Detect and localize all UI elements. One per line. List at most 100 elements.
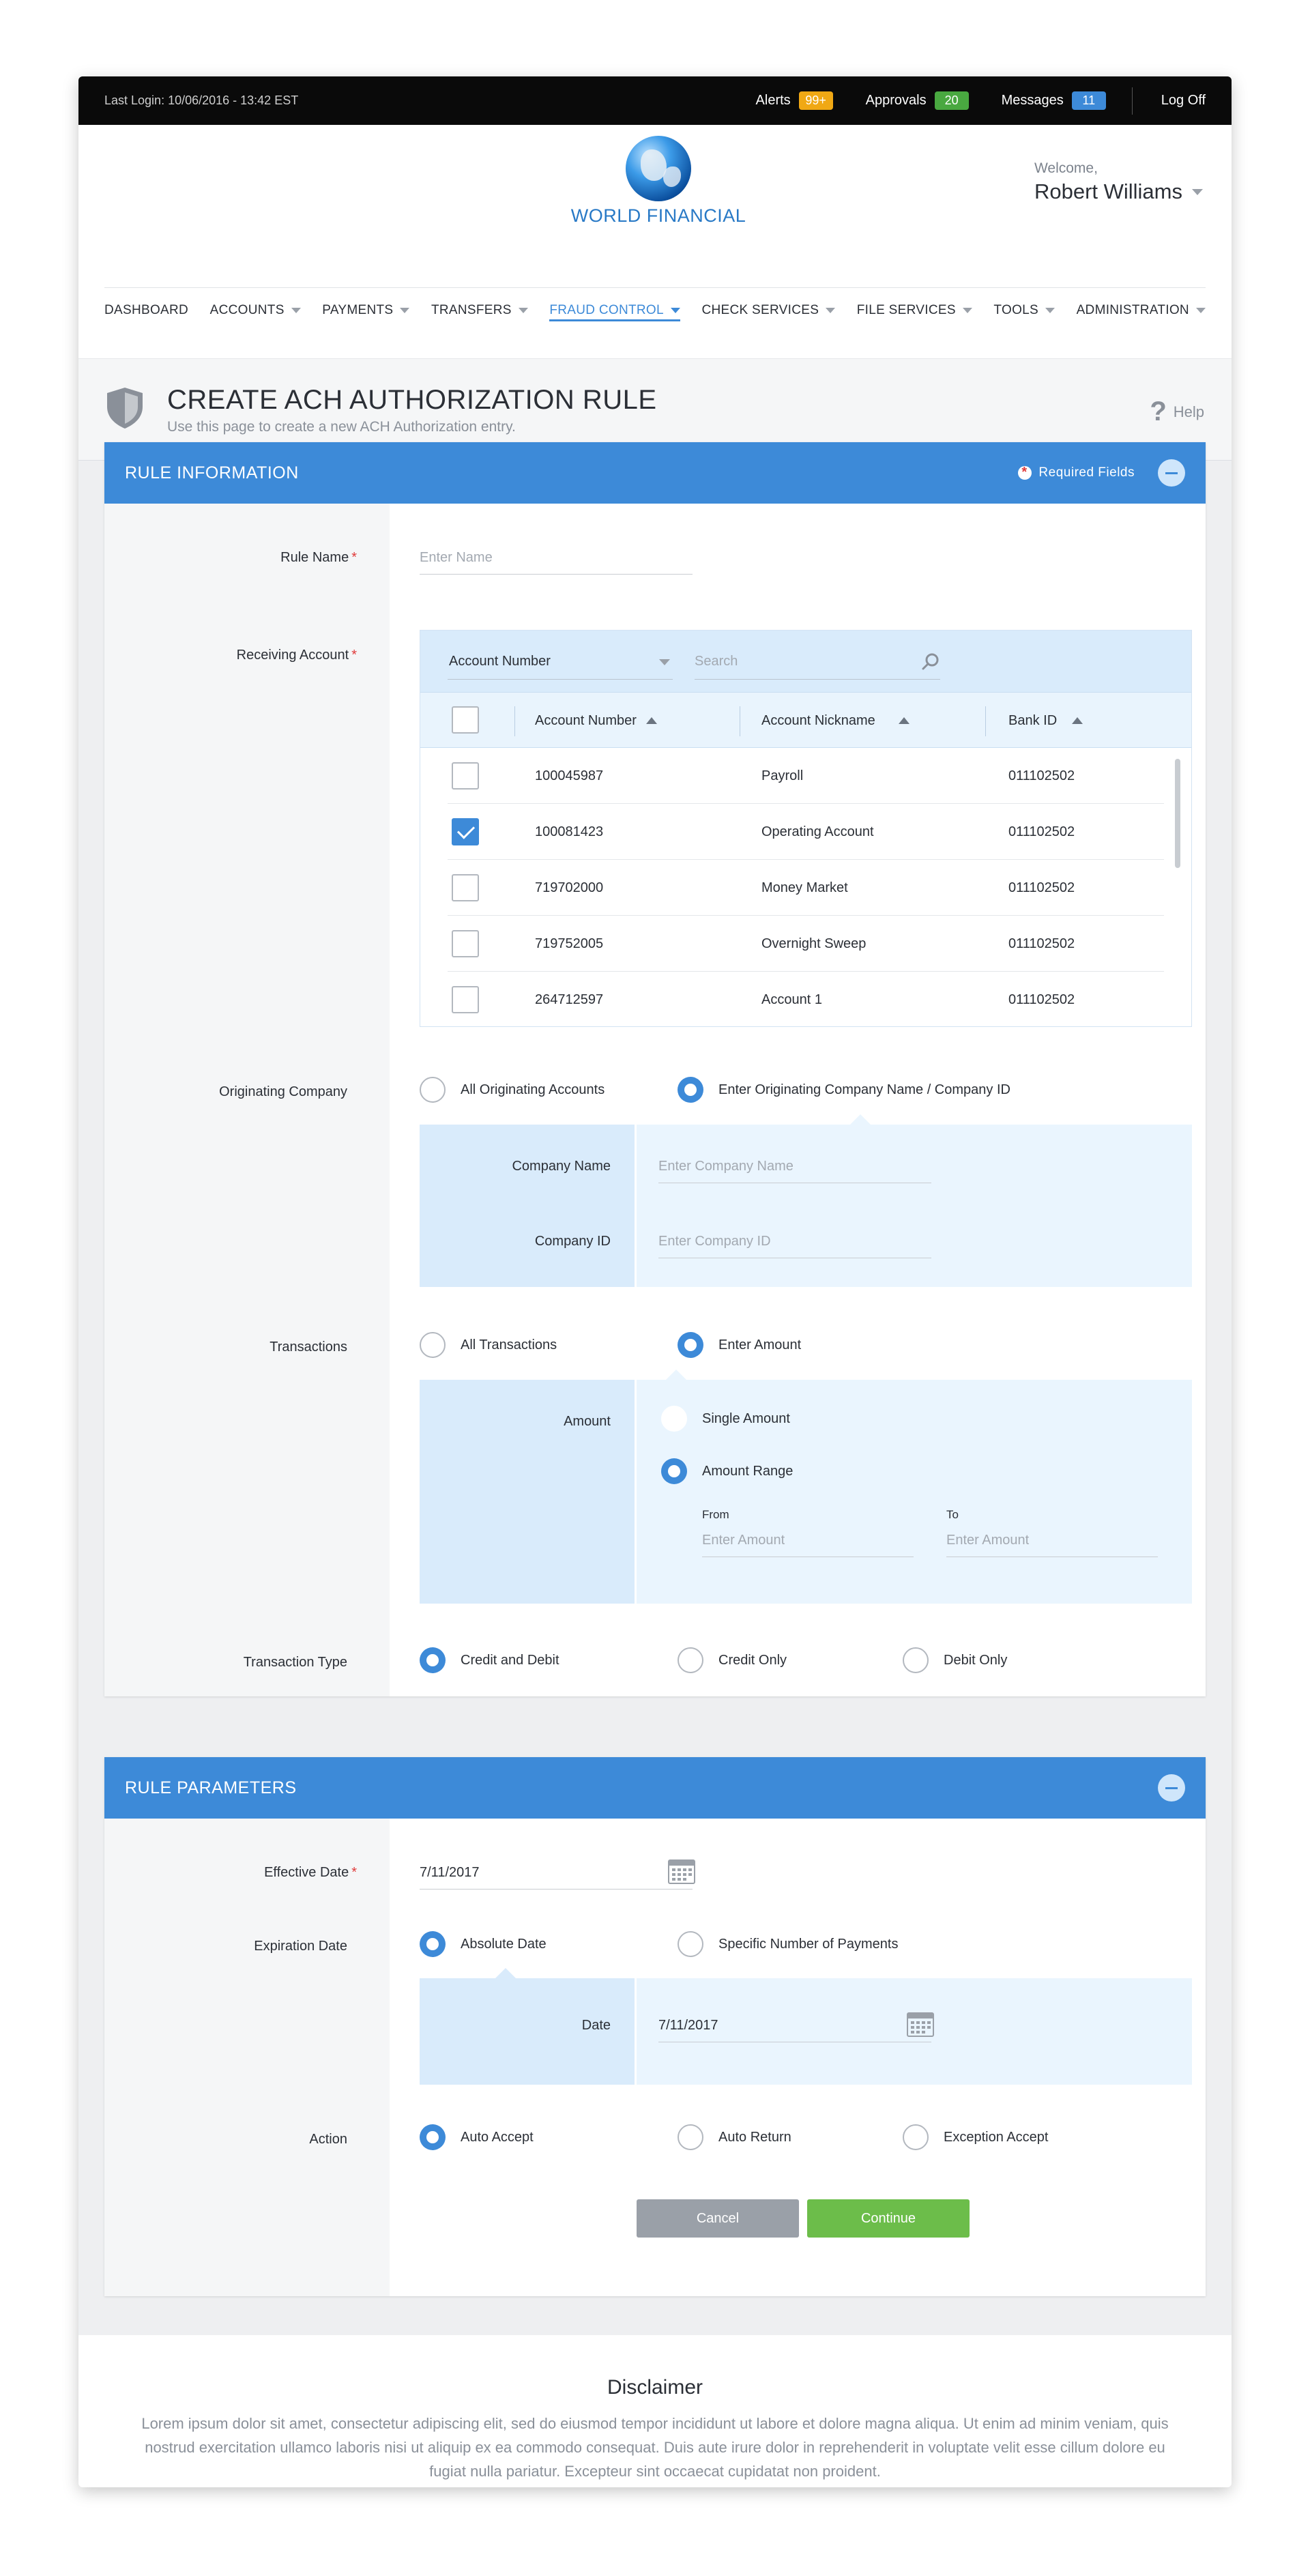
search-icon[interactable]	[921, 652, 940, 671]
last-login-text: Last Login: 10/06/2016 - 13:42 EST	[104, 93, 299, 107]
radio-circle	[661, 1406, 687, 1432]
transaction-type-label: Transaction Type	[243, 1655, 347, 1670]
tx-type-debit-only-radio[interactable]: Debit Only	[903, 1647, 1007, 1673]
radio-circle-selected	[678, 1332, 703, 1358]
action-exception-accept-radio[interactable]: Exception Accept	[903, 2124, 1048, 2150]
expiration-date-input[interactable]	[658, 2018, 931, 2042]
page-subtitle: Use this page to create a new ACH Author…	[167, 419, 516, 435]
approvals-label: Approvals	[865, 93, 927, 108]
calendar-icon[interactable]	[907, 2011, 934, 2037]
amount-from-input[interactable]	[702, 1533, 914, 1557]
action-auto-return-radio[interactable]: Auto Return	[678, 2124, 791, 2150]
radio-label: Credit and Debit	[461, 1652, 559, 1668]
radio-circle	[903, 1647, 929, 1673]
table-row[interactable]: 264712597 Account 1 011102502	[420, 972, 1164, 1028]
user-menu: Welcome, Robert Williams	[1034, 160, 1203, 204]
label-column	[104, 1819, 390, 2296]
cancel-button[interactable]: Cancel	[637, 2199, 799, 2238]
row-checkbox[interactable]	[452, 762, 479, 790]
chevron-down-icon	[518, 308, 528, 313]
app-frame: Last Login: 10/06/2016 - 13:42 EST Alert…	[78, 76, 1232, 2487]
row-checkbox-checked[interactable]	[452, 818, 479, 845]
row-checkbox[interactable]	[452, 986, 479, 1013]
table-row[interactable]: 100045987 Payroll 011102502	[420, 748, 1164, 804]
nav-dashboard[interactable]: DASHBOARD	[104, 290, 188, 331]
calendar-icon[interactable]	[668, 1858, 695, 1884]
help-link[interactable]: ? Help	[1150, 396, 1204, 427]
company-name-input[interactable]	[658, 1159, 931, 1183]
originating-company-label: Originating Company	[219, 1084, 347, 1099]
radio-label: Enter Amount	[718, 1337, 802, 1352]
company-name-label: Company Name	[512, 1159, 611, 1174]
exp-specific-payments-radio[interactable]: Specific Number of Payments	[678, 1931, 898, 1957]
nav-payments[interactable]: PAYMENTS	[322, 290, 410, 331]
label-text: Rule Name	[280, 550, 349, 565]
table-scrollbar[interactable]	[1175, 759, 1180, 868]
table-row[interactable]: 100081423 Operating Account 011102502	[420, 804, 1164, 860]
collapse-icon[interactable]	[1158, 459, 1185, 487]
radio-label: Auto Accept	[461, 2129, 534, 2145]
nav-fraud-control[interactable]: FRAUD CONTROL	[549, 290, 680, 331]
account-search-input[interactable]	[695, 654, 899, 669]
amount-to-input[interactable]	[946, 1533, 1158, 1557]
exp-absolute-date-radio[interactable]: Absolute Date	[420, 1931, 547, 1957]
rule-name-input[interactable]	[420, 550, 693, 575]
logoff-link[interactable]: Log Off	[1161, 93, 1206, 108]
logo[interactable]: WORLD FINANCIAL	[570, 136, 747, 227]
topbar-divider	[1131, 87, 1133, 115]
account-search	[695, 644, 940, 680]
nav-file-services[interactable]: FILE SERVICES	[857, 290, 972, 331]
rule-parameters-panel: RULE PARAMETERS Effective Date* Expirati…	[104, 1757, 1206, 2296]
transactions-label: Transactions	[270, 1340, 347, 1355]
page-title: CREATE ACH AUTHORIZATION RULE	[167, 385, 657, 415]
filter-field-value: Account Number	[449, 654, 551, 669]
rule-parameters-header: RULE PARAMETERS	[104, 1757, 1206, 1819]
messages-link[interactable]: Messages 11	[1002, 91, 1106, 110]
nav-administration[interactable]: ADMINISTRATION	[1077, 290, 1206, 331]
column-bank-id[interactable]: Bank ID	[1008, 693, 1083, 749]
chevron-down-icon	[659, 659, 670, 665]
table-row[interactable]: 719752005 Overnight Sweep 011102502	[420, 916, 1164, 972]
column-account-nickname[interactable]: Account Nickname	[761, 693, 909, 749]
action-auto-accept-radio[interactable]: Auto Accept	[420, 2124, 534, 2150]
required-icon	[1018, 465, 1032, 480]
radio-circle-selected	[420, 2124, 446, 2150]
subpanel-label-column	[420, 1125, 637, 1287]
tx-type-credit-only-radio[interactable]: Credit Only	[678, 1647, 787, 1673]
tx-type-credit-debit-radio[interactable]: Credit and Debit	[420, 1647, 559, 1673]
nav-transfers[interactable]: TRANSFERS	[431, 290, 528, 331]
row-checkbox[interactable]	[452, 930, 479, 957]
single-amount-radio[interactable]: Single Amount	[661, 1406, 790, 1432]
effective-date-input[interactable]	[420, 1865, 693, 1890]
radio-label: Enter Originating Company Name / Company…	[718, 1082, 1010, 1097]
filter-field-select[interactable]: Account Number	[448, 644, 673, 680]
continue-button[interactable]: Continue	[807, 2199, 970, 2238]
rule-information-panel: RULE INFORMATION Required Fields Rule Na…	[104, 442, 1206, 1696]
account-nickname-cell: Operating Account	[761, 824, 874, 839]
user-name-dropdown[interactable]: Robert Williams	[1034, 179, 1203, 204]
select-all-checkbox[interactable]	[452, 706, 479, 734]
welcome-text: Welcome,	[1034, 160, 1098, 176]
approvals-link[interactable]: Approvals 20	[866, 91, 969, 110]
company-id-input[interactable]	[658, 1234, 931, 1258]
rule-parameters-body: Effective Date* Expiration Date Absolute…	[104, 1819, 1206, 2296]
amount-range-radio[interactable]: Amount Range	[661, 1458, 793, 1484]
column-account-number[interactable]: Account Number	[535, 693, 657, 749]
table-row[interactable]: 719702000 Money Market 011102502	[420, 860, 1164, 916]
row-checkbox[interactable]	[452, 874, 479, 901]
sort-up-icon	[645, 717, 657, 724]
alerts-link[interactable]: Alerts 99+	[756, 91, 833, 110]
account-number-cell: 100045987	[535, 768, 604, 783]
nav-tools[interactable]: TOOLS	[993, 290, 1055, 331]
date-label: Date	[581, 2018, 611, 2033]
collapse-icon[interactable]	[1158, 1774, 1185, 1801]
account-picker: Account Number Account Number	[420, 630, 1192, 1027]
orig-enter-radio[interactable]: Enter Originating Company Name / Company…	[678, 1077, 1010, 1103]
tx-enter-amount-radio[interactable]: Enter Amount	[678, 1332, 801, 1358]
orig-all-radio[interactable]: All Originating Accounts	[420, 1077, 605, 1103]
column-label: Account Nickname	[761, 712, 875, 728]
nav-check-services[interactable]: CHECK SERVICES	[701, 290, 836, 331]
account-nickname-cell: Account 1	[761, 992, 822, 1007]
nav-accounts[interactable]: ACCOUNTS	[210, 290, 301, 331]
tx-all-radio[interactable]: All Transactions	[420, 1332, 557, 1358]
